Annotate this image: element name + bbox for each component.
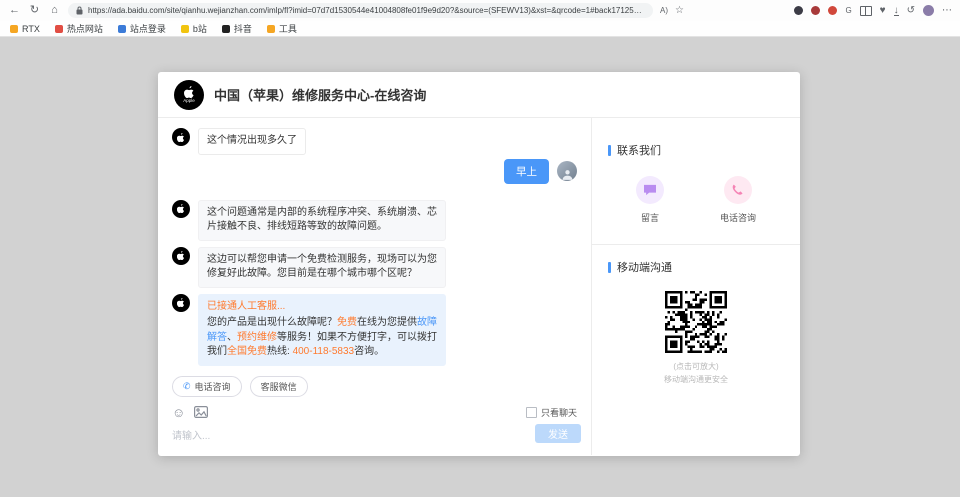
bookmark-folder-icon (181, 25, 189, 33)
bookmark-folder-icon (10, 25, 18, 33)
extension-icon-3[interactable] (828, 6, 837, 15)
quick-reply-phone[interactable]: ✆ 电话咨询 (172, 376, 242, 397)
user-avatar (557, 161, 577, 181)
toolbar-right: G ♥ ↓ ↺ ⋯ (794, 5, 952, 16)
section-title-text: 联系我们 (617, 142, 661, 158)
only-chat-label: 只看聊天 (541, 406, 577, 419)
bookmark-label: 工具 (279, 22, 297, 35)
bookmarks-bar: RTX 热点网站 站点登录 b站 抖音 工具 (0, 21, 960, 37)
read-aloud-icon[interactable]: A) (660, 7, 668, 15)
bot-avatar-apple-icon (172, 128, 190, 146)
profile-avatar[interactable] (923, 5, 934, 16)
contact-panel: 联系我们 留言 电话咨询 (592, 118, 800, 455)
quick-reply-label: 电话咨询 (195, 380, 231, 393)
quick-replies: ✆ 电话咨询 客服微信 (172, 376, 577, 397)
browser-toolbar: ← ↻ ⌂ https://ada.baidu.com/site/qianhu.… (0, 0, 960, 21)
send-button[interactable]: 发送 (535, 424, 581, 443)
phone-icon (724, 176, 752, 204)
bot-message-bubble: 这边可以帮您申请一个免费检测服务，现场可以为您修复好此故障。您目前是在哪个城市哪… (198, 247, 446, 288)
history-icon[interactable]: ↺ (907, 6, 915, 16)
more-menu-icon[interactable]: ⋯ (942, 6, 952, 16)
section-accent-bar (608, 262, 611, 273)
bot-avatar-apple-icon (172, 294, 190, 312)
user-message: 早上 (172, 159, 577, 184)
only-chat-option: 只看聊天 (526, 406, 577, 419)
qr-caption-line2: 移动端沟通更安全 (664, 375, 728, 384)
agent-message-bubble: 已接通人工客服...您的产品是出现什么故障呢？免费在线为您提供故障解答、预约维修… (198, 294, 446, 366)
apple-logo-text: Apple (183, 99, 195, 104)
phone-icon: ✆ (183, 381, 191, 392)
bot-message-agent: 已接通人工客服...您的产品是出现什么故障呢？免费在线为您提供故障解答、预约维修… (172, 294, 577, 366)
emoji-icon[interactable]: ☺ (172, 406, 185, 419)
bookmark-tools[interactable]: 工具 (267, 22, 297, 35)
bot-message-bubble: 这个问题通常是内部的系统程序冲突、系统崩溃、芯片接触不良、排线短路等致的故障问题… (198, 200, 446, 241)
address-bar[interactable]: https://ada.baidu.com/site/qianhu.wejian… (68, 3, 653, 18)
collections-heart-icon[interactable]: ♥ (880, 6, 886, 16)
bookmark-bilibili[interactable]: b站 (181, 22, 207, 35)
bookmark-douyin[interactable]: 抖音 (222, 22, 252, 35)
contact-message[interactable]: 留言 (636, 176, 664, 224)
image-upload-icon[interactable] (194, 406, 208, 418)
chat-header: Apple 中国（苹果）维修服务中心-在线咨询 (158, 72, 800, 118)
bookmark-folder-icon (55, 25, 63, 33)
bot-avatar-apple-icon (172, 200, 190, 218)
bookmark-label: 站点登录 (130, 22, 166, 35)
section-divider (592, 244, 800, 245)
contact-options: 留言 电话咨询 (608, 176, 784, 224)
bot-message: 这边可以帮您申请一个免费检测服务，现场可以为您修复好此故障。您目前是在哪个城市哪… (172, 247, 577, 288)
bookmark-site-login[interactable]: 站点登录 (118, 22, 166, 35)
page-title: 中国（苹果）维修服务中心-在线咨询 (214, 85, 426, 104)
chat-area: 这个情况出现多久了 早上 这个问题通常是内部的系统程序冲突、系统崩溃、芯片接触不… (158, 118, 592, 455)
bookmark-folder-icon (118, 25, 126, 33)
url-text: https://ada.baidu.com/site/qianhu.wejian… (88, 6, 645, 15)
contact-section-title: 联系我们 (608, 142, 784, 158)
favorite-star-icon[interactable]: ☆ (675, 6, 684, 16)
bot-avatar-apple-icon (172, 247, 190, 265)
google-extension-icon[interactable]: G (845, 7, 851, 15)
bookmark-label: RTX (22, 24, 40, 34)
mobile-section-title: 移动端沟通 (608, 259, 784, 275)
back-icon[interactable]: ← (8, 5, 21, 16)
bookmark-folder-icon (267, 25, 275, 33)
bookmark-label: 热点网站 (67, 22, 103, 35)
extension-icon-1[interactable] (794, 6, 803, 15)
message-bubble-icon (636, 176, 664, 204)
qr-code[interactable] (665, 291, 727, 353)
bookmark-label: b站 (193, 22, 207, 35)
user-message-bubble: 早上 (504, 159, 549, 184)
input-toolbar: ☺ 只看聊天 (172, 406, 577, 419)
bookmark-hot-sites[interactable]: 热点网站 (55, 22, 103, 35)
section-title-text: 移动端沟通 (617, 259, 672, 275)
apple-logo: Apple (174, 80, 204, 110)
contact-phone[interactable]: 电话咨询 (720, 176, 756, 224)
only-chat-checkbox[interactable] (526, 407, 537, 418)
contact-label: 电话咨询 (720, 211, 756, 224)
section-accent-bar (608, 145, 611, 156)
download-icon[interactable]: ↓ (894, 6, 899, 16)
split-screen-icon[interactable] (860, 6, 872, 16)
bookmark-folder-icon (222, 25, 230, 33)
chat-widget-card: Apple 中国（苹果）维修服务中心-在线咨询 这个情况出现多久了 早上 (158, 72, 800, 456)
bot-message-bubble: 这个情况出现多久了 (198, 128, 306, 155)
qr-caption-line1: (点击可放大) (673, 362, 718, 371)
bot-message: 这个问题通常是内部的系统程序冲突、系统崩溃、芯片接触不良、排线短路等致的故障问题… (172, 200, 577, 241)
bookmark-label: 抖音 (234, 22, 252, 35)
bot-message: 这个情况出现多久了 (172, 128, 577, 155)
page-background: Apple 中国（苹果）维修服务中心-在线咨询 这个情况出现多久了 早上 (0, 38, 960, 497)
home-icon[interactable]: ⌂ (48, 5, 61, 16)
refresh-icon[interactable]: ↻ (28, 5, 41, 16)
quick-reply-wechat[interactable]: 客服微信 (250, 376, 308, 397)
contact-label: 留言 (636, 211, 664, 224)
qr-caption: (点击可放大) 移动端沟通更安全 (608, 361, 784, 387)
extension-icon-2[interactable] (811, 6, 820, 15)
lock-icon (76, 6, 83, 15)
bookmark-rtx[interactable]: RTX (10, 24, 40, 34)
message-input[interactable]: 请输入... (172, 427, 577, 442)
quick-reply-label: 客服微信 (261, 380, 297, 393)
